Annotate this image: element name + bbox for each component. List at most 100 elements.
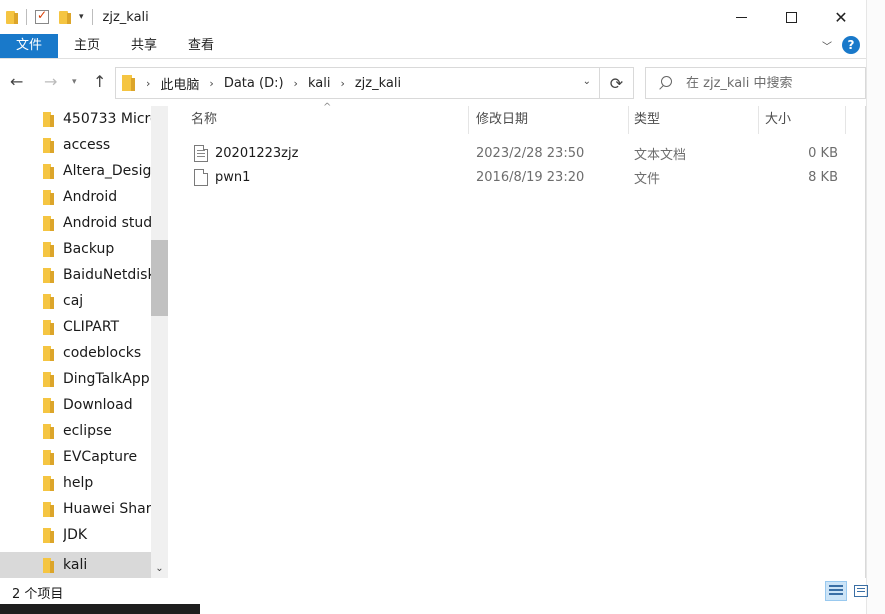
sidebar-item-label: kali (63, 557, 88, 573)
column-headers: ^ 名称 修改日期 类型 大小 (168, 102, 866, 134)
blank-file-icon (194, 168, 208, 186)
properties-icon[interactable] (35, 8, 49, 24)
sidebar-item-kali[interactable]: kali (0, 552, 151, 578)
search-icon (658, 76, 672, 90)
status-bar: 2 个项目 (0, 578, 868, 604)
minimize-button[interactable] (716, 0, 766, 34)
column-header-type[interactable]: 类型 (628, 106, 756, 134)
file-row[interactable]: pwn1 2016/8/19 23:20 文件 8 KB (188, 165, 848, 189)
breadcrumb-this-pc[interactable]: 此电脑 (160, 74, 199, 93)
sidebar-item[interactable]: Backup (0, 236, 151, 262)
forward-arrow-icon[interactable]: → (44, 72, 57, 91)
divider[interactable] (845, 106, 846, 134)
sidebar-item-label: Android studi (63, 215, 151, 231)
folder-icon (43, 475, 55, 491)
sidebar-item[interactable]: Altera_Design (0, 158, 151, 184)
sidebar-item[interactable]: Android studi (0, 210, 151, 236)
customize-dropdown-icon[interactable]: ▾ (79, 12, 84, 22)
folder-icon (43, 397, 55, 413)
sidebar-item-label: codeblocks (63, 345, 142, 361)
file-name: 20201223zjz (215, 145, 299, 161)
sidebar-item[interactable]: CLIPART (0, 314, 151, 340)
window-title: zjz_kali (102, 9, 149, 25)
large-icons-view-button[interactable] (850, 581, 872, 601)
sidebar-item-label: Download (63, 397, 133, 413)
sidebar-item[interactable]: DingTalkAppD (0, 366, 151, 392)
tab-view[interactable]: 查看 (174, 34, 228, 58)
folder-icon (43, 267, 55, 283)
expand-ribbon-icon[interactable]: ﹀ (822, 38, 832, 53)
breadcrumb-separator-icon[interactable]: › (340, 77, 344, 90)
folder-icon (43, 449, 55, 465)
refresh-button[interactable]: ⟳ (600, 67, 634, 99)
folder-icon (43, 557, 55, 573)
help-icon[interactable]: ? (842, 36, 860, 54)
sidebar-item[interactable]: BaiduNetdiskI (0, 262, 151, 288)
sidebar-scrollbar[interactable]: ⌄ (151, 106, 168, 578)
details-view-icon (829, 585, 843, 597)
search-box[interactable] (645, 67, 866, 99)
divider (26, 9, 27, 25)
breadcrumb-separator-icon[interactable]: › (146, 77, 150, 90)
sidebar-item-label: Backup (63, 241, 115, 257)
column-header-size[interactable]: 大小 (759, 106, 845, 134)
breadcrumb-drive[interactable]: Data (D:) (224, 76, 284, 91)
new-folder-icon[interactable] (59, 10, 71, 24)
sidebar-item[interactable]: Android (0, 184, 151, 210)
sidebar-item[interactable]: codeblocks (0, 340, 151, 366)
item-count: 2 个项目 (12, 587, 64, 602)
file-row[interactable]: 20201223zjz 2023/2/28 23:50 文本文档 0 KB (188, 141, 848, 165)
tab-share[interactable]: 共享 (116, 34, 172, 58)
breadcrumb-separator-icon[interactable]: › (209, 77, 213, 90)
search-input[interactable] (686, 75, 856, 91)
breadcrumb-kali[interactable]: kali (308, 76, 331, 91)
sidebar-item[interactable]: Download (0, 392, 151, 418)
sidebar-item[interactable]: caj (0, 288, 151, 314)
maximize-button[interactable] (766, 0, 816, 34)
sidebar-item[interactable]: access (0, 132, 151, 158)
scroll-down-arrow-icon[interactable]: ⌄ (151, 558, 168, 578)
breadcrumb-separator-icon[interactable]: › (294, 77, 298, 90)
sidebar-item[interactable]: eclipse (0, 418, 151, 444)
text-file-icon (194, 144, 208, 162)
details-view-button[interactable] (825, 581, 847, 601)
file-name: pwn1 (215, 169, 251, 185)
folder-icon (43, 501, 55, 517)
file-size: 0 KB (808, 145, 838, 161)
folder-icon (43, 241, 55, 257)
ribbon-tabs: 文件 主页 共享 查看 ﹀ ? (0, 34, 866, 59)
sidebar-item[interactable]: Huawei Share (0, 496, 151, 522)
title-bar: ▾ zjz_kali ✕ (0, 0, 866, 34)
close-button[interactable]: ✕ (816, 0, 866, 34)
file-explorer-window: ▾ zjz_kali ✕ 文件 主页 共享 查看 ﹀ ? ← → ▾ ↑ › 此… (0, 0, 868, 604)
column-header-name[interactable]: 名称 (185, 106, 468, 134)
sidebar-item-label: eclipse (63, 423, 112, 439)
sidebar-item[interactable]: 450733 Micro (0, 106, 151, 132)
window-controls: ✕ (716, 0, 866, 34)
sidebar-item[interactable]: EVCapture (0, 444, 151, 470)
folder-icon (43, 371, 55, 387)
column-header-date[interactable]: 修改日期 (470, 106, 626, 134)
up-arrow-icon[interactable]: ↑ (93, 72, 106, 91)
folder-icon (43, 215, 55, 231)
tab-home[interactable]: 主页 (60, 34, 114, 58)
file-date: 2023/2/28 23:50 (476, 145, 585, 161)
sidebar-item-label: DingTalkAppD (63, 371, 151, 387)
folder-icon (43, 163, 55, 179)
sidebar-item[interactable]: help (0, 470, 151, 496)
address-bar[interactable]: › 此电脑 › Data (D:) › kali › zjz_kali ⌄ (115, 67, 600, 99)
scrollbar-thumb[interactable] (151, 240, 168, 316)
divider (91, 9, 93, 25)
tab-file[interactable]: 文件 (0, 34, 58, 58)
folder-icon (43, 137, 55, 153)
divider[interactable] (468, 106, 469, 134)
folder-icon (6, 10, 18, 24)
sidebar-item[interactable]: JDK (0, 522, 151, 548)
file-size: 8 KB (808, 169, 838, 185)
back-arrow-icon[interactable]: ← (10, 72, 23, 91)
file-list: ^ 名称 修改日期 类型 大小 20201223zjz 2023/2/28 23… (168, 102, 866, 578)
file-type: 文本文档 (634, 147, 687, 163)
address-dropdown-icon[interactable]: ⌄ (583, 76, 591, 87)
breadcrumb-zjz-kali[interactable]: zjz_kali (355, 76, 401, 91)
recent-locations-chevron-icon[interactable]: ▾ (72, 77, 77, 87)
